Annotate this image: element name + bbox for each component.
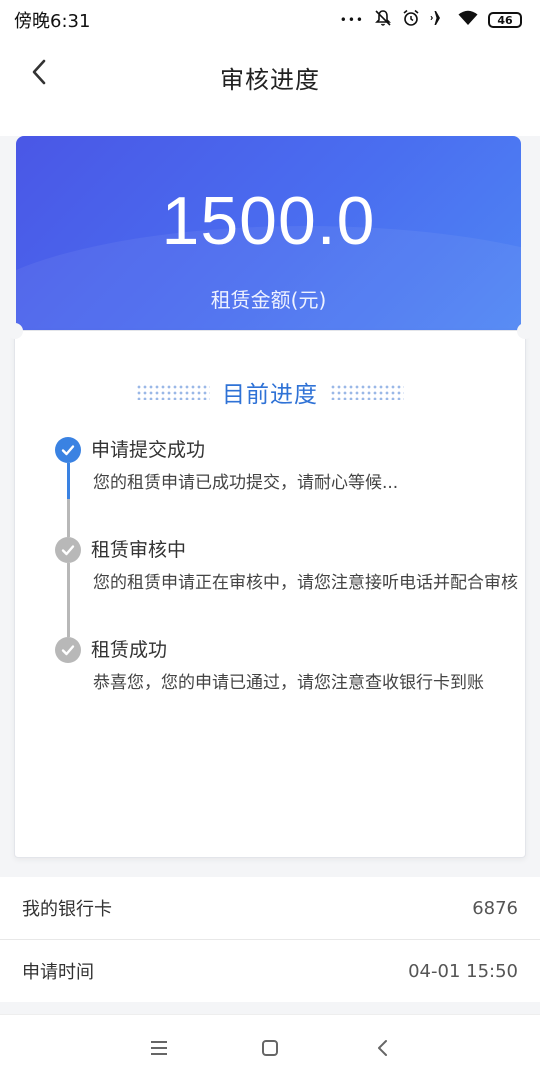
status-icons: ••• 46 xyxy=(340,9,522,31)
status-time: 傍晚6:31 xyxy=(14,11,91,32)
status-bar: 傍晚6:31 ••• 46 xyxy=(0,0,540,40)
battery-icon: 46 xyxy=(488,12,522,28)
apply-time-value: 04-01 15:50 xyxy=(408,960,518,982)
check-circle-icon xyxy=(55,437,81,463)
back-chevron-icon[interactable] xyxy=(370,1035,396,1061)
bank-card-value: 6876 xyxy=(472,897,518,919)
apply-time-label: 申请时间 xyxy=(22,962,94,983)
rental-amount: 1500.0 xyxy=(161,183,376,259)
amount-card: 1500.0 租赁金额(元) xyxy=(16,136,521,334)
more-dots-icon: ••• xyxy=(339,13,364,27)
card-notch-left xyxy=(7,323,23,339)
rental-amount-label: 租赁金额(元) xyxy=(210,288,327,312)
menu-icon[interactable] xyxy=(146,1035,172,1061)
apply-time-row: 申请时间 04-01 15:50 xyxy=(0,940,540,1002)
alarm-icon xyxy=(402,9,420,31)
check-circle-icon xyxy=(55,637,81,663)
airplane-icon xyxy=(430,9,448,31)
page-title: 审核进度 xyxy=(220,66,320,94)
system-nav-bar xyxy=(0,1014,540,1080)
step-connector xyxy=(67,563,70,637)
progress-title: 目前进度 xyxy=(222,382,318,408)
progress-card: 目前进度 申请提交成功 您的租赁申请已成功提交，请耐心等候... 租赁审核中 您… xyxy=(7,323,533,858)
step-title: 租赁审核中 xyxy=(91,539,187,561)
step-title: 申请提交成功 xyxy=(91,439,206,461)
step-title: 租赁成功 xyxy=(91,639,168,661)
bell-off-icon xyxy=(374,9,392,31)
card-notch-right xyxy=(517,323,533,339)
step-description: 您的租赁申请正在审核中，请您注意接听电话并配合审核 xyxy=(93,573,518,593)
step-description: 您的租赁申请已成功提交，请耐心等候... xyxy=(93,473,399,493)
step-description: 恭喜您，您的申请已通过，请您注意查收银行卡到账 xyxy=(93,673,484,693)
bank-card-label: 我的银行卡 xyxy=(22,899,112,920)
progress-heading: 目前进度 xyxy=(15,375,525,409)
dots-decoration-right xyxy=(330,384,404,400)
header: 审核进度 xyxy=(0,40,540,116)
dots-decoration-left xyxy=(136,384,210,400)
step-connector xyxy=(67,499,70,537)
bank-card-row[interactable]: 我的银行卡 6876 xyxy=(0,877,540,939)
check-circle-icon xyxy=(55,537,81,563)
header-extension xyxy=(0,116,540,136)
wifi-icon xyxy=(458,10,478,30)
step-connector-active xyxy=(67,463,70,499)
home-square-icon[interactable] xyxy=(257,1035,283,1061)
